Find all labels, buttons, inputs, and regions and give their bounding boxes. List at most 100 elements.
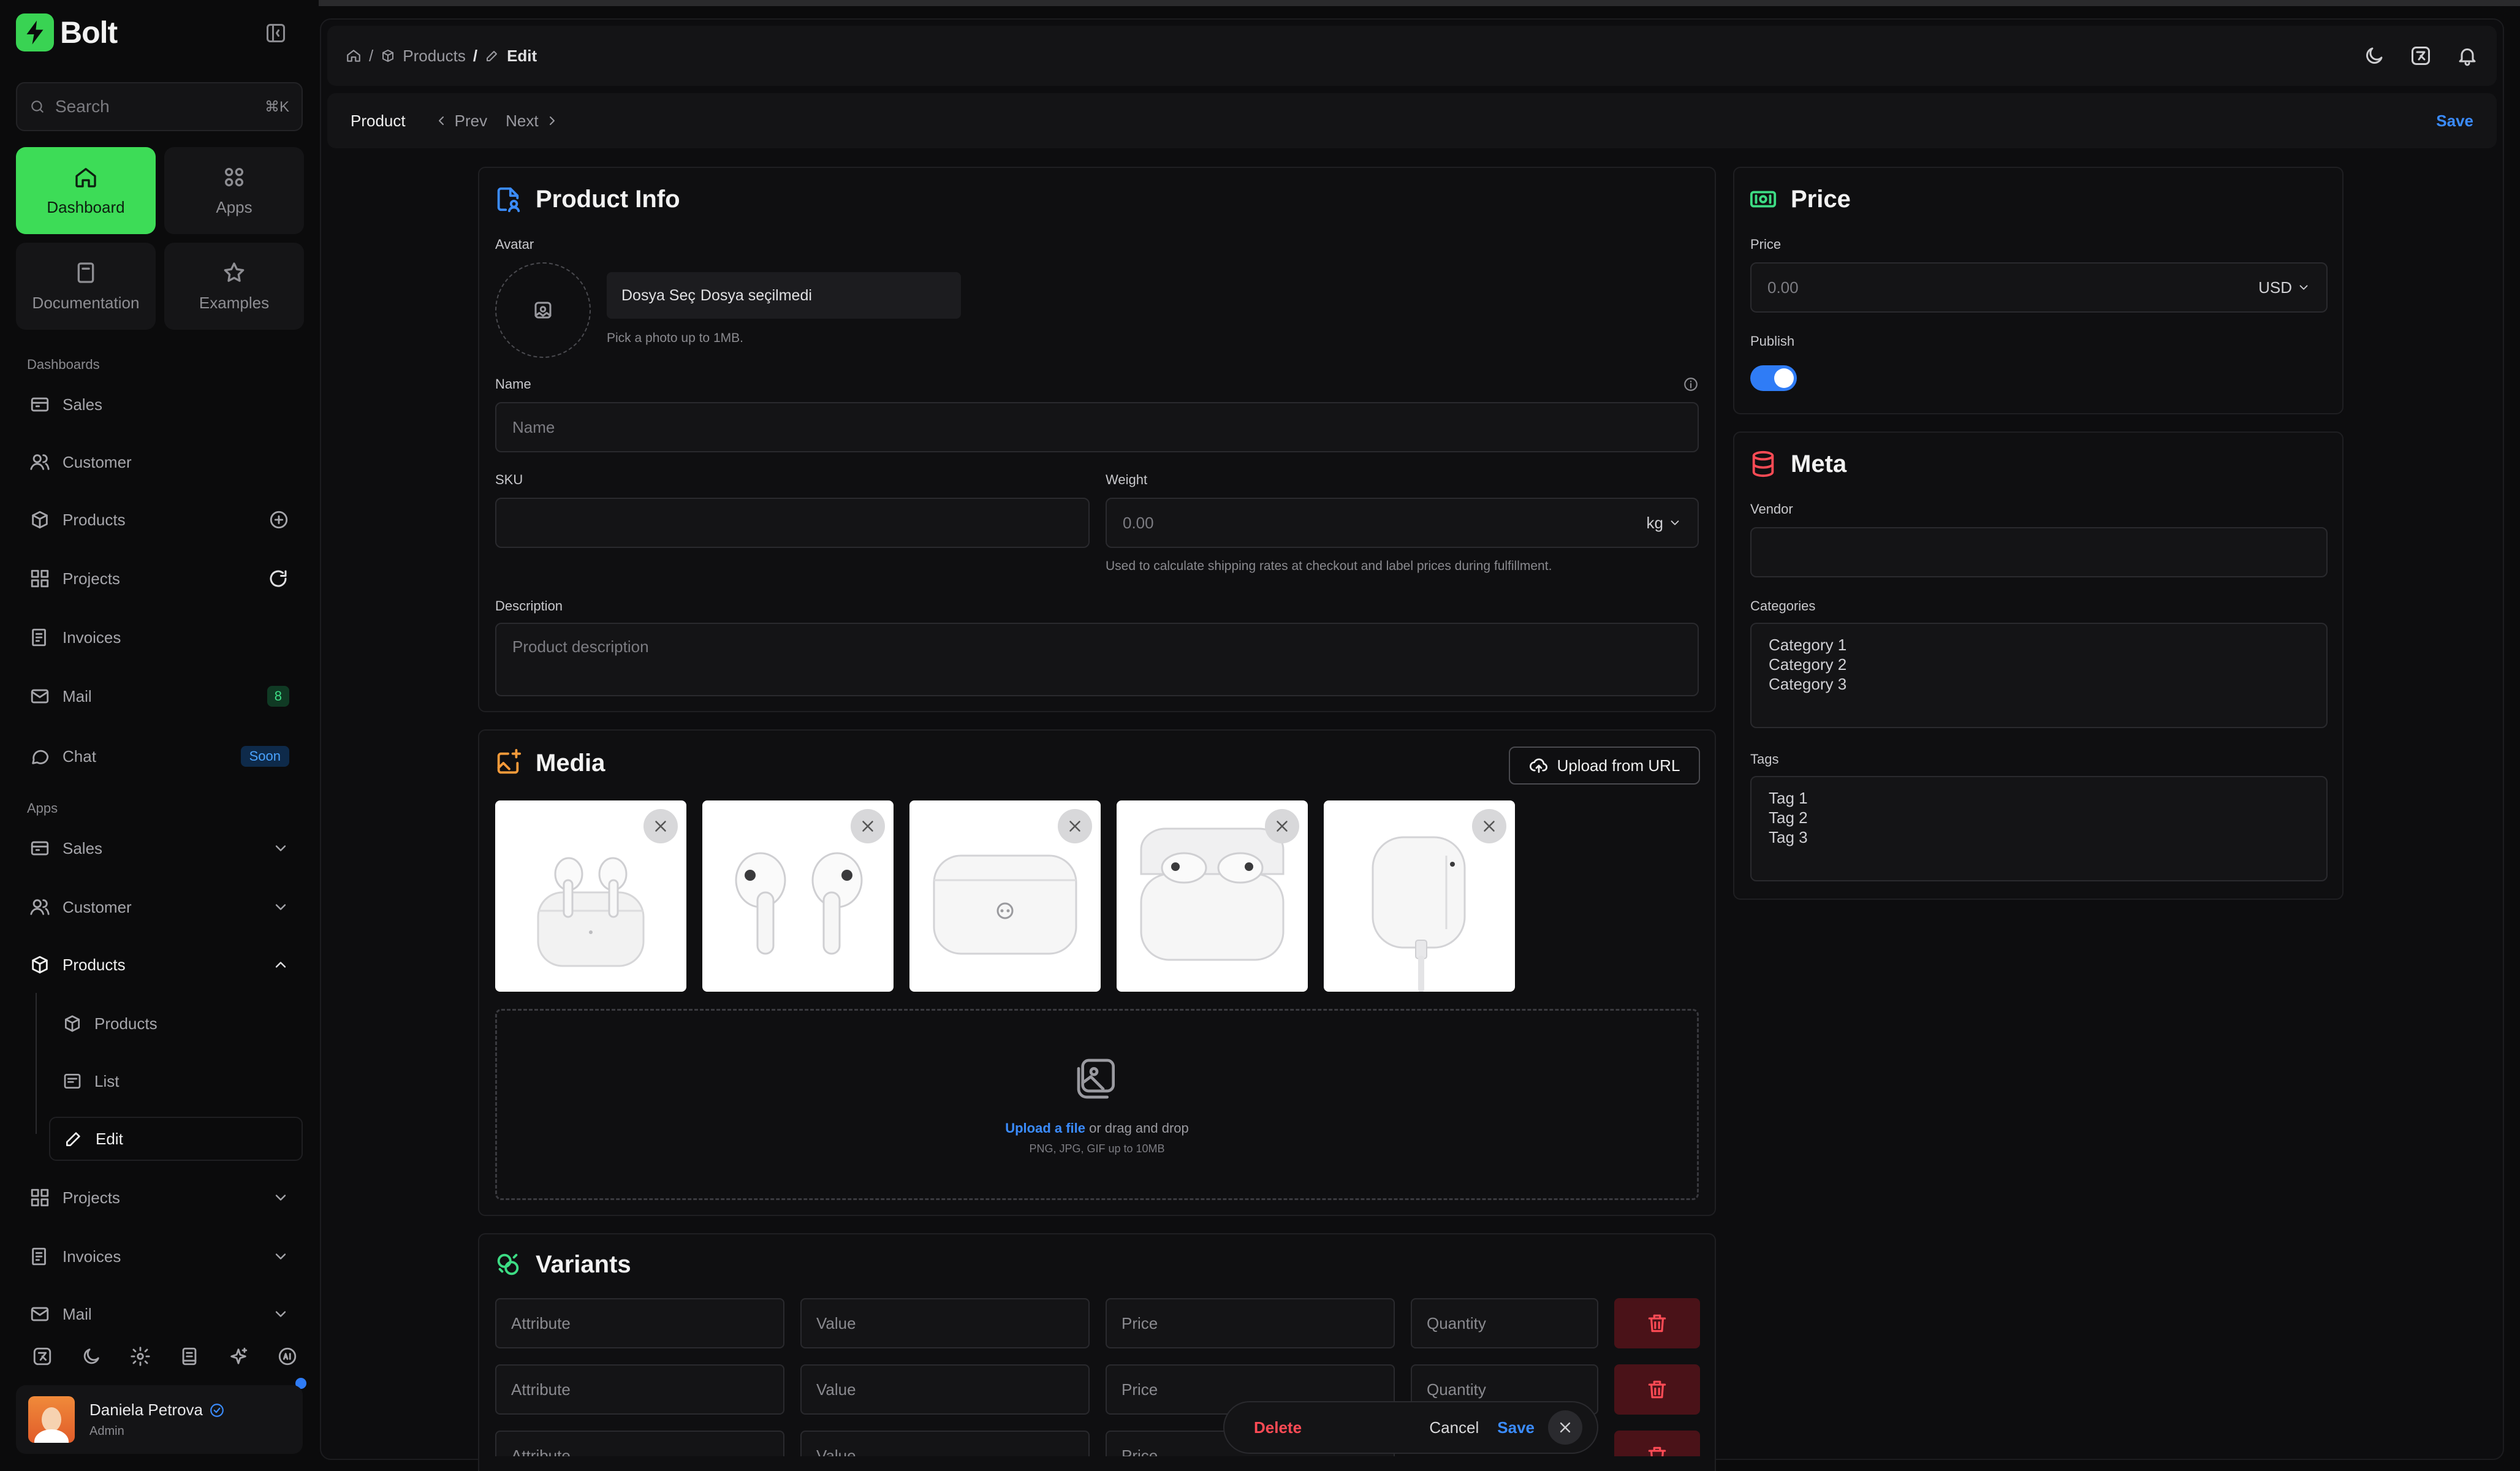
remove-image-button[interactable] xyxy=(1058,809,1092,843)
variant-attribute-input[interactable]: Attribute xyxy=(495,1364,784,1415)
media-thumbnail[interactable] xyxy=(495,800,686,992)
sidebar-collapse-icon[interactable] xyxy=(265,22,287,44)
vendor-input[interactable] xyxy=(1750,527,2328,577)
sidebar-item-invoices[interactable]: Invoices xyxy=(16,615,303,659)
description-label: Description xyxy=(495,598,563,614)
variant-attribute-input[interactable]: Attribute xyxy=(495,1298,784,1348)
sidebar-item-mail[interactable]: Mail 8 xyxy=(16,674,303,718)
media-title: Media xyxy=(536,749,605,777)
variant-value-input[interactable]: Value xyxy=(800,1364,1090,1415)
variant-quantity-input[interactable]: Quantity xyxy=(1411,1298,1598,1348)
sidebar-item-customer[interactable]: Customer xyxy=(16,440,303,484)
sidebar-item-chat[interactable]: Chat Soon xyxy=(16,734,303,778)
sync-icon[interactable] xyxy=(267,568,289,590)
currency-value: USD xyxy=(2258,278,2292,297)
ai-icon[interactable] xyxy=(277,1346,298,1367)
media-thumbnail[interactable] xyxy=(1324,800,1515,992)
publish-toggle[interactable] xyxy=(1750,365,1797,391)
variant-price-input[interactable]: Price xyxy=(1106,1298,1395,1348)
sidebar-sub-list[interactable]: List xyxy=(49,1059,303,1103)
sku-input[interactable] xyxy=(495,498,1090,548)
moon-icon[interactable] xyxy=(2363,45,2385,67)
file-dropzone[interactable]: Upload a file or drag and drop PNG, JPG,… xyxy=(495,1009,1699,1200)
sparkles-icon[interactable] xyxy=(228,1346,249,1367)
tile-examples[interactable]: Examples xyxy=(164,243,304,330)
tile-dashboard[interactable]: Dashboard xyxy=(16,147,156,234)
weight-unit-select[interactable]: kg xyxy=(1647,514,1682,533)
upload-file-link[interactable]: Upload a file xyxy=(1005,1120,1085,1136)
sidebar-app-projects[interactable]: Projects xyxy=(16,1176,303,1220)
cancel-button[interactable]: Cancel xyxy=(1429,1418,1479,1437)
file-choose-button[interactable]: Dosya Seç xyxy=(621,287,696,305)
name-input[interactable]: Name xyxy=(495,402,1699,452)
price-input[interactable]: 0.00 USD xyxy=(1750,262,2328,313)
sidebar-sub-edit[interactable]: Edit xyxy=(49,1117,303,1161)
save-button[interactable]: Save xyxy=(1497,1418,1535,1437)
home-icon[interactable] xyxy=(346,48,362,64)
sidebar-item-label: Projects xyxy=(63,1188,120,1207)
remove-image-button[interactable] xyxy=(643,809,678,843)
description-textarea[interactable]: Product description xyxy=(495,623,1699,696)
sidebar-app-products[interactable]: Products xyxy=(16,943,303,987)
delete-variant-button[interactable] xyxy=(1614,1364,1700,1415)
translate-icon[interactable] xyxy=(2410,45,2432,67)
settings-icon[interactable] xyxy=(130,1346,151,1367)
remove-image-button[interactable] xyxy=(851,809,885,843)
trash-icon xyxy=(1645,1312,1669,1335)
chevron-down-icon xyxy=(272,840,289,857)
variant-value-input[interactable]: Value xyxy=(800,1431,1090,1456)
sidebar-app-customer[interactable]: Customer xyxy=(16,885,303,929)
sidebar-item-label: Mail xyxy=(63,1304,92,1323)
variant-attribute-input[interactable]: Attribute xyxy=(495,1431,784,1456)
media-thumbnail[interactable] xyxy=(909,800,1101,992)
cloud-upload-icon xyxy=(1529,756,1549,775)
cash-icon xyxy=(1749,185,1777,213)
docs-icon[interactable] xyxy=(179,1346,200,1367)
prev-button[interactable]: Prev xyxy=(434,112,487,131)
sidebar-item-products[interactable]: Products xyxy=(16,498,303,542)
breadcrumb-sep: / xyxy=(369,46,374,65)
search-input[interactable]: Search ⌘K xyxy=(16,82,303,131)
next-button[interactable]: Next xyxy=(506,112,559,131)
sidebar-app-sales[interactable]: Sales xyxy=(16,826,303,870)
moon-icon[interactable] xyxy=(81,1346,102,1367)
delete-variant-button[interactable] xyxy=(1614,1431,1700,1456)
file-input[interactable]: Dosya Seç Dosya seçilmedi xyxy=(607,272,961,319)
tag-item: Tag 2 xyxy=(1769,808,1808,827)
info-icon[interactable] xyxy=(1683,376,1699,392)
tile-label: Documentation xyxy=(32,293,140,312)
upload-from-url-button[interactable]: Upload from URL xyxy=(1509,747,1700,785)
bell-icon[interactable] xyxy=(2456,45,2478,67)
media-thumbnail[interactable] xyxy=(702,800,894,992)
tile-apps[interactable]: Apps xyxy=(164,147,304,234)
sidebar-app-mail[interactable]: Mail xyxy=(16,1292,303,1336)
remove-image-button[interactable] xyxy=(1265,809,1299,843)
variant-value-input[interactable]: Value xyxy=(800,1298,1090,1348)
weight-input[interactable]: 0.00 kg xyxy=(1106,498,1699,548)
breadcrumb-products[interactable]: Products xyxy=(403,47,466,66)
chevron-down-icon xyxy=(1668,516,1682,530)
weight-unit: kg xyxy=(1646,513,1663,532)
user-card[interactable]: Daniela Petrova Admin xyxy=(16,1385,303,1454)
save-button[interactable]: Save xyxy=(2436,112,2473,131)
categories-label: Categories xyxy=(1750,598,1816,614)
delete-button[interactable]: Delete xyxy=(1254,1418,1302,1437)
add-product-icon[interactable] xyxy=(268,509,289,530)
categories-textarea[interactable]: Category 1 Category 2 Category 3 xyxy=(1750,623,2328,728)
image-upload-icon xyxy=(1072,1054,1121,1103)
avatar-placeholder[interactable] xyxy=(495,262,591,358)
media-thumbnail[interactable] xyxy=(1117,800,1308,992)
remove-image-button[interactable] xyxy=(1472,809,1506,843)
sidebar-item-sales[interactable]: Sales xyxy=(16,382,303,427)
translate-icon[interactable] xyxy=(32,1346,53,1367)
tile-documentation[interactable]: Documentation xyxy=(16,243,156,330)
delete-variant-button[interactable] xyxy=(1614,1298,1700,1348)
quantity-placeholder: Quantity xyxy=(1427,1380,1486,1399)
sidebar-app-invoices[interactable]: Invoices xyxy=(16,1234,303,1279)
tags-textarea[interactable]: Tag 1 Tag 2 Tag 3 xyxy=(1750,776,2328,881)
sidebar-item-projects[interactable]: Projects xyxy=(16,557,303,601)
currency-select[interactable]: USD xyxy=(2258,278,2310,297)
sidebar-sub-products[interactable]: Products xyxy=(49,1002,303,1046)
close-action-bar-button[interactable] xyxy=(1548,1410,1582,1445)
brand-logo[interactable]: Bolt xyxy=(16,13,118,51)
